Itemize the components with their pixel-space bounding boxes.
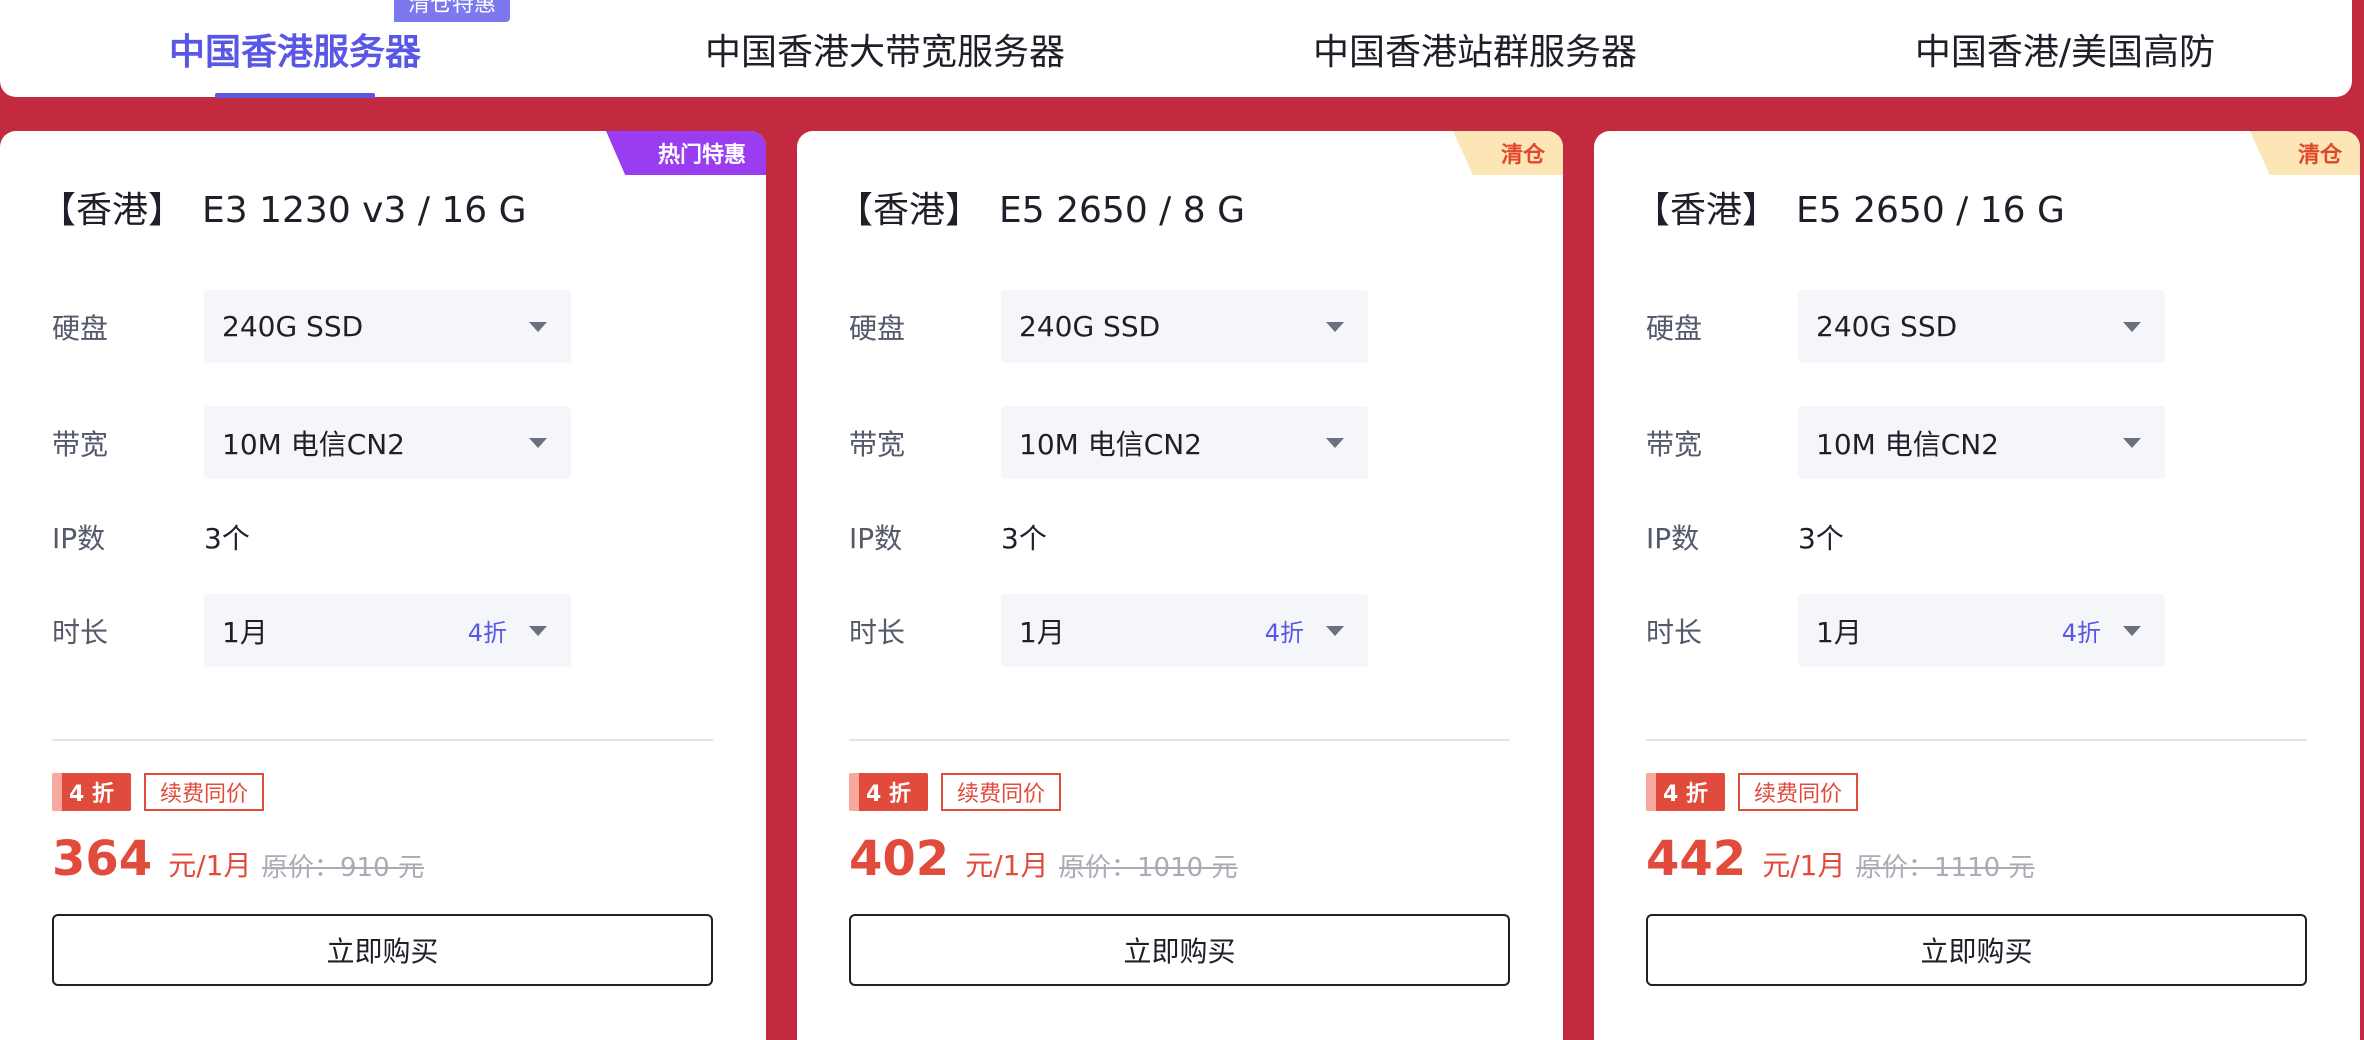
tab-promo-badge: 清仓特惠 [394, 0, 511, 22]
bandwidth-value: 10M 电信CN2 [1816, 427, 1999, 461]
duration-label: 时长 [52, 616, 109, 649]
renew-same-price-badge: 续费同价 [1738, 773, 1859, 811]
bandwidth-label: 带宽 [52, 428, 109, 461]
disk-select[interactable]: 240G SSD [1001, 290, 1368, 363]
server-model: E5 2650 / 16 G [1796, 190, 2065, 231]
renew-same-price-badge: 续费同价 [941, 773, 1062, 811]
hot-deal-ribbon: 热门特惠 [606, 131, 766, 175]
duration-select[interactable]: 1月 4折 [1798, 594, 2165, 667]
disk-value: 240G SSD [1019, 310, 1161, 343]
bandwidth-select[interactable]: 10M 电信CN2 [1001, 406, 1368, 479]
disk-value: 240G SSD [1816, 310, 1958, 343]
chevron-down-icon [529, 321, 547, 332]
tab-hk-cluster-server[interactable]: 中国香港站群服务器 [1310, 24, 1640, 74]
ip-label: IP数 [849, 522, 903, 555]
duration-select[interactable]: 1月 4折 [1001, 594, 1368, 667]
chevron-down-icon [1326, 437, 1344, 448]
original-price: 原价：1010 元 [1059, 853, 1238, 883]
active-tab-underline [215, 93, 375, 98]
duration-label: 时长 [1646, 616, 1703, 649]
bandwidth-value: 10M 电信CN2 [1019, 427, 1202, 461]
ip-count: 3个 [1798, 522, 1844, 555]
tab-hk-us-ddos[interactable]: 中国香港/美国高防 [1905, 24, 2225, 74]
price-amount: 402 [849, 831, 950, 887]
duration-discount: 4折 [2061, 619, 2101, 647]
price-unit: 元/1月 [965, 849, 1049, 882]
card-title: 【香港】 E5 2650 / 16 G [1634, 181, 2065, 233]
discount-badge: 4 折 [52, 773, 131, 811]
region-label: 【香港】 [837, 190, 982, 231]
region-label: 【香港】 [1634, 190, 1779, 231]
ip-count: 3个 [204, 522, 250, 555]
discount-badge: 4 折 [1646, 773, 1725, 811]
bandwidth-label: 带宽 [849, 428, 906, 461]
divider [1646, 739, 2307, 741]
bandwidth-select[interactable]: 10M 电信CN2 [204, 406, 571, 479]
ip-label: IP数 [1646, 522, 1700, 555]
ip-count: 3个 [1001, 522, 1047, 555]
chevron-down-icon [1326, 625, 1344, 636]
discount-badge: 4 折 [849, 773, 928, 811]
bandwidth-value: 10M 电信CN2 [222, 427, 405, 461]
original-price: 原价：1110 元 [1856, 853, 2035, 883]
clearance-ribbon: 清仓 [2250, 131, 2360, 175]
price: 402 元/1月 [849, 831, 1048, 891]
ip-label: IP数 [52, 522, 106, 555]
chevron-down-icon [2123, 437, 2141, 448]
product-card: 清仓 【香港】 E5 2650 / 16 G 硬盘 240G SSD 带宽 10M… [1594, 131, 2360, 1040]
card-title: 【香港】 E3 1230 v3 / 16 G [40, 181, 527, 233]
renew-same-price-badge: 续费同价 [144, 773, 265, 811]
disk-select[interactable]: 240G SSD [1798, 290, 2165, 363]
duration-discount: 4折 [1264, 619, 1304, 647]
duration-select[interactable]: 1月 4折 [204, 594, 571, 667]
chevron-down-icon [1326, 321, 1344, 332]
disk-label: 硬盘 [849, 312, 906, 345]
chevron-down-icon [2123, 625, 2141, 636]
buy-now-button[interactable]: 立即购买 [52, 914, 713, 986]
card-title: 【香港】 E5 2650 / 8 G [837, 181, 1245, 233]
server-model: E5 2650 / 8 G [999, 190, 1245, 231]
clearance-ribbon: 清仓 [1453, 131, 1563, 175]
buy-now-button[interactable]: 立即购买 [849, 914, 1510, 986]
product-card: 清仓 【香港】 E5 2650 / 8 G 硬盘 240G SSD 带宽 10M … [797, 131, 1563, 1040]
tab-hk-server[interactable]: 中国香港服务器 [160, 24, 430, 74]
buy-now-button[interactable]: 立即购买 [1646, 914, 2307, 986]
disk-select[interactable]: 240G SSD [204, 290, 571, 363]
category-tabbar: 中国香港服务器 清仓特惠 中国香港大带宽服务器 中国香港站群服务器 中国香港/美… [0, 0, 2352, 98]
bandwidth-label: 带宽 [1646, 428, 1703, 461]
disk-value: 240G SSD [222, 310, 364, 343]
price-amount: 364 [52, 831, 153, 887]
price: 364 元/1月 [52, 831, 251, 891]
bandwidth-select[interactable]: 10M 电信CN2 [1798, 406, 2165, 479]
server-model: E3 1230 v3 / 16 G [202, 190, 527, 231]
product-card: 热门特惠 【香港】 E3 1230 v3 / 16 G 硬盘 240G SSD 带… [0, 131, 766, 1040]
chevron-down-icon [529, 625, 547, 636]
original-price: 原价：910 元 [262, 853, 424, 883]
price: 442 元/1月 [1646, 831, 1845, 891]
duration-value: 1月 [1019, 615, 1065, 649]
page: 中国香港服务器 清仓特惠 中国香港大带宽服务器 中国香港站群服务器 中国香港/美… [0, 0, 2364, 1040]
divider [849, 739, 1510, 741]
duration-label: 时长 [849, 616, 906, 649]
price-unit: 元/1月 [1762, 849, 1846, 882]
duration-value: 1月 [1816, 615, 1862, 649]
price-unit: 元/1月 [168, 849, 252, 882]
region-label: 【香港】 [40, 190, 185, 231]
disk-label: 硬盘 [52, 312, 109, 345]
price-amount: 442 [1646, 831, 1747, 887]
duration-discount: 4折 [467, 619, 507, 647]
tab-hk-bandwidth-server[interactable]: 中国香港大带宽服务器 [700, 24, 1070, 74]
divider [52, 739, 713, 741]
duration-value: 1月 [222, 615, 268, 649]
chevron-down-icon [2123, 321, 2141, 332]
chevron-down-icon [529, 437, 547, 448]
disk-label: 硬盘 [1646, 312, 1703, 345]
